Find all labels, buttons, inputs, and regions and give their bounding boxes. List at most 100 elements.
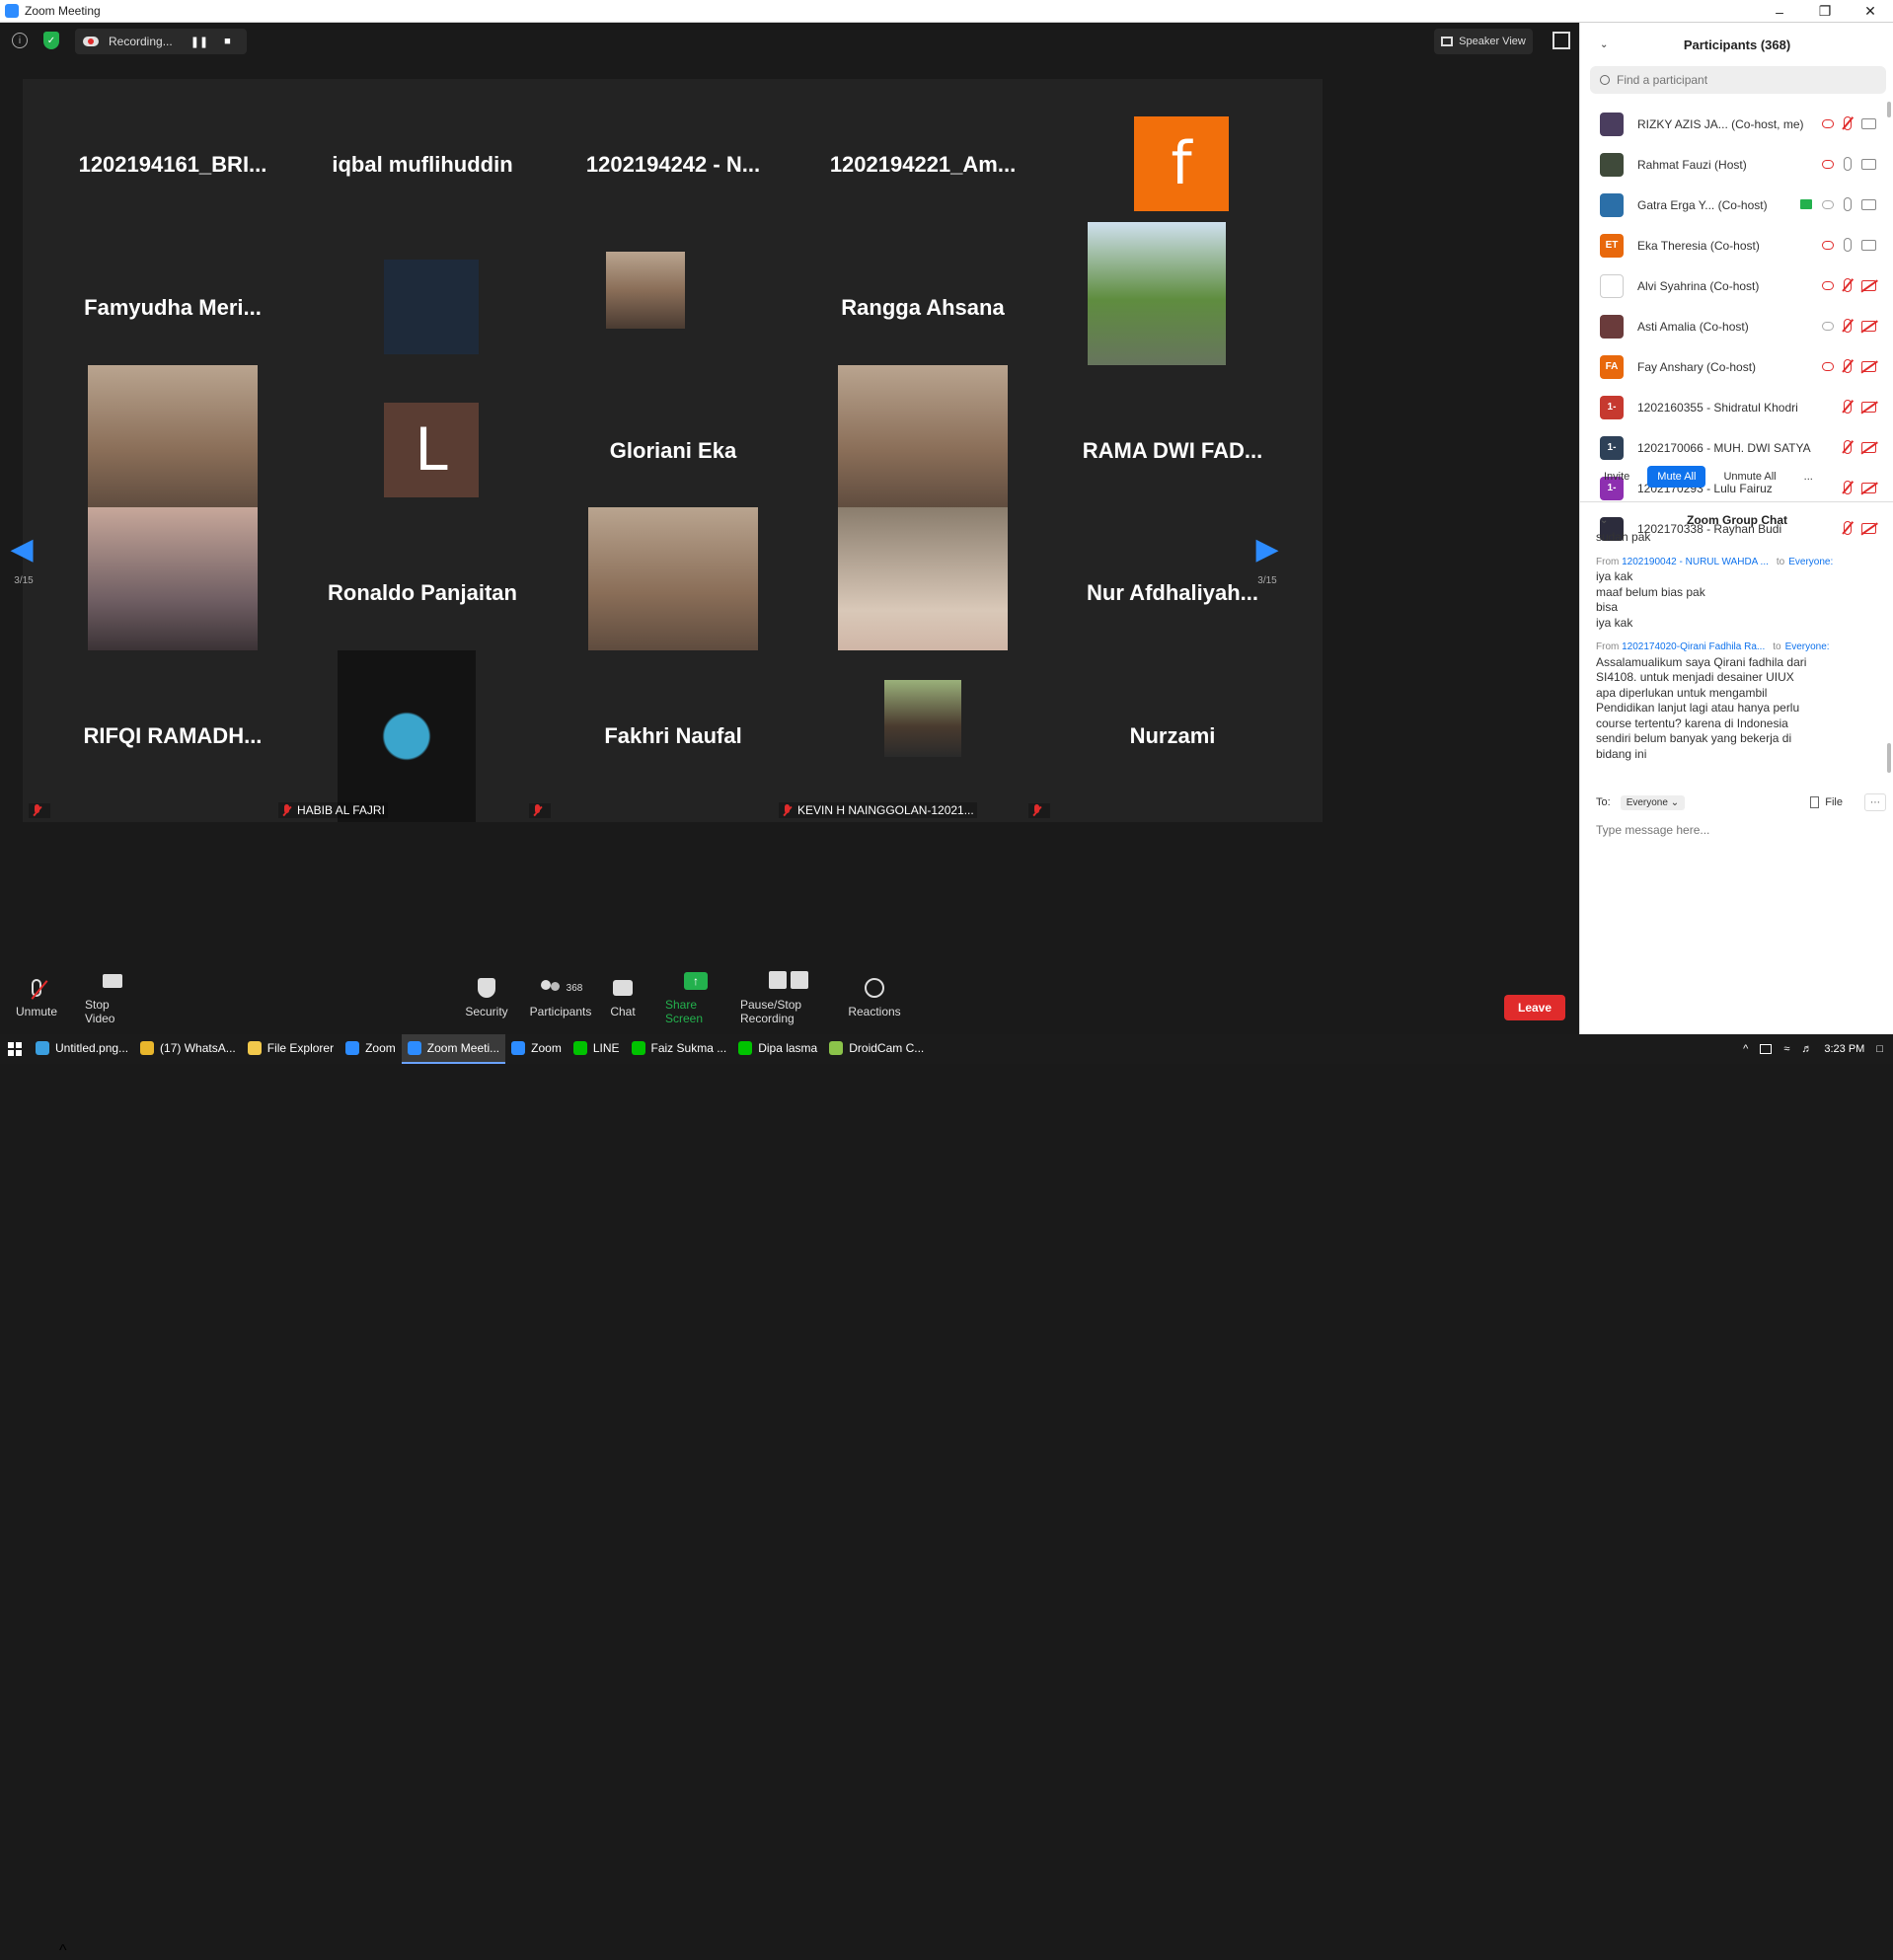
participant-row[interactable]: Asti Amalia (Co-host) <box>1580 306 1893 346</box>
file-button[interactable]: File <box>1810 796 1843 808</box>
chat-message-input[interactable] <box>1596 820 1882 840</box>
video-off-icon <box>1861 401 1876 413</box>
mic-icon[interactable] <box>1844 157 1852 171</box>
reactions-button[interactable]: Reactions <box>848 962 901 1033</box>
start-button[interactable] <box>0 1034 30 1064</box>
leave-button[interactable]: Leave <box>1504 995 1565 1020</box>
mic-muted-icon[interactable] <box>1844 116 1852 130</box>
mic-muted-icon[interactable] <box>1844 359 1852 373</box>
mic-icon[interactable] <box>1844 197 1852 211</box>
chat-bubble-icon <box>610 977 636 999</box>
chat-button[interactable]: Chat <box>604 962 642 1033</box>
taskbar-app[interactable]: (17) WhatsA... <box>134 1034 242 1064</box>
fullscreen-icon[interactable] <box>1552 32 1570 49</box>
taskbar-app[interactable]: DroidCam C... <box>823 1034 930 1064</box>
share-screen-button[interactable]: ↑ Share Screen <box>665 962 726 1033</box>
minimize-button[interactable]: – <box>1757 0 1802 23</box>
video-tile[interactable]: Nurzami <box>1022 650 1323 822</box>
taskbar-app[interactable]: Zoom <box>340 1034 402 1064</box>
tray-clock[interactable]: 3:23 PM <box>1824 1043 1864 1055</box>
chat-more-icon[interactable]: ⋯ <box>1864 793 1886 811</box>
mic-muted-icon[interactable] <box>1844 440 1852 454</box>
participants-count: 368 <box>566 982 583 994</box>
participant-list-scrollbar[interactable] <box>1887 102 1891 117</box>
next-page-icon[interactable]: ▶ <box>1251 529 1283 568</box>
security-button[interactable]: Security <box>464 962 509 1033</box>
participant-row[interactable]: Rahmat Fauzi (Host) <box>1580 144 1893 185</box>
taskbar-app[interactable]: Faiz Sukma ... <box>626 1034 733 1064</box>
video-icon <box>1861 239 1876 251</box>
chat-line: course tertentu? karena di Indonesia <box>1596 716 1788 730</box>
participant-row[interactable]: Alvi Syahrina (Co-host) <box>1580 265 1893 306</box>
mute-all-button[interactable]: Mute All <box>1647 466 1706 488</box>
file-icon <box>1810 796 1820 808</box>
chat-line: sendiri belum banyak yang bekerja di <box>1596 731 1792 745</box>
window-titlebar: Zoom Meeting – ❐ ✕ <box>0 0 1893 23</box>
stop-video-button[interactable]: Stop Video <box>85 962 140 1033</box>
mic-muted-icon[interactable] <box>1844 400 1852 414</box>
notification-icon[interactable]: □ <box>1876 1043 1883 1055</box>
recipient-value: Everyone <box>1626 796 1668 808</box>
chat-sender[interactable]: 1202174020-Qirani Fadhila Ra... <box>1622 641 1765 652</box>
speaker-view-label: Speaker View <box>1459 36 1526 47</box>
app-icon <box>572 1041 587 1055</box>
tray-network-icon[interactable]: ≈ <box>1783 1043 1789 1055</box>
previous-page-icon[interactable]: ◀ <box>6 529 38 568</box>
participants-icon: 368 <box>531 977 590 999</box>
invite-button[interactable]: Invite <box>1594 466 1639 488</box>
collapse-chat-icon[interactable]: ⌄ <box>1600 515 1608 526</box>
participant-row[interactable]: ET Eka Theresia (Co-host) <box>1580 225 1893 265</box>
to-prefix: to <box>1773 641 1781 652</box>
participant-search-input[interactable] <box>1617 73 1863 87</box>
mic-icon[interactable] <box>1844 238 1852 252</box>
muted-mic-icon <box>1031 804 1041 817</box>
taskbar-app-label: Zoom <box>531 1041 562 1055</box>
close-button[interactable]: ✕ <box>1848 0 1893 23</box>
participant-display-name: RAMA DWI FAD... <box>1082 438 1263 463</box>
chat-line: SI4108. untuk menjadi desainer UIUX <box>1596 670 1794 684</box>
participants-button[interactable]: 368 Participants <box>525 962 596 1033</box>
taskbar-app[interactable]: LINE <box>568 1034 626 1064</box>
taskbar-app[interactable]: Zoom <box>505 1034 568 1064</box>
from-prefix: From <box>1596 641 1620 652</box>
taskbar-app[interactable]: File Explorer <box>242 1034 340 1064</box>
chat-sender[interactable]: 1202190042 - NURUL WAHDA ... <box>1622 557 1769 567</box>
view-icon <box>1441 37 1454 46</box>
participant-row[interactable]: Gatra Erga Y... (Co-host) <box>1580 185 1893 225</box>
participant-actions: Invite Mute All Unmute All ... <box>1580 465 1893 489</box>
participant-search[interactable] <box>1590 66 1886 94</box>
taskbar-app[interactable]: Untitled.png... <box>30 1034 134 1064</box>
chat-scrollbar[interactable] <box>1887 743 1891 773</box>
taskbar-app[interactable]: Dipa lasma <box>732 1034 823 1064</box>
participant-row[interactable]: 1- 1202160355 - Shidratul Khodri <box>1580 387 1893 427</box>
stop-recording-icon[interactable]: ■ <box>224 36 231 47</box>
speaker-view-button[interactable]: Speaker View <box>1434 29 1533 54</box>
participant-row[interactable]: RIZKY AZIS JA... (Co-host, me) <box>1580 104 1893 144</box>
unmute-all-button[interactable]: Unmute All <box>1713 466 1785 488</box>
chat-message: From 1202174020-Qirani Fadhila Ra... to Ev… <box>1596 640 1882 762</box>
participant-row[interactable]: FA Fay Anshary (Co-host) <box>1580 346 1893 387</box>
encryption-shield-icon[interactable]: ✓ <box>43 32 59 49</box>
audio-options-caret[interactable]: ^ <box>59 1942 67 1960</box>
recording-status-icon <box>1822 240 1834 250</box>
taskbar-app-label: Zoom Meeti... <box>426 1041 500 1055</box>
unmute-button[interactable]: Unmute <box>14 962 59 1033</box>
tray-volume-icon[interactable]: ♬ <box>1801 1043 1812 1055</box>
collapse-participants-icon[interactable]: ⌄ <box>1600 39 1608 50</box>
restore-button[interactable]: ❐ <box>1802 0 1848 23</box>
pause-stop-recording-button[interactable]: Pause/Stop Recording <box>740 962 837 1033</box>
tray-chevron-icon[interactable]: ^ <box>1743 1043 1748 1055</box>
participant-video <box>338 650 476 822</box>
taskbar-app[interactable]: Zoom Meeti... <box>401 1034 506 1064</box>
mic-muted-icon[interactable] <box>1844 278 1852 292</box>
chat-line: apa diperlukan untuk mengambil <box>1596 685 1768 700</box>
mic-muted-icon[interactable] <box>1844 319 1852 333</box>
participant-row[interactable]: 1- 1202170066 - MUH. DWI SATYA <box>1580 427 1893 468</box>
recipient-dropdown[interactable]: Everyone ⌄ <box>1620 794 1686 810</box>
screen-share-icon <box>1800 199 1812 209</box>
more-options-button[interactable]: ... <box>1794 466 1823 488</box>
info-icon[interactable]: i <box>12 33 28 48</box>
tray-monitor-icon[interactable] <box>1760 1044 1773 1054</box>
pause-recording-icon[interactable]: ❚❚ <box>190 36 208 48</box>
app-icon <box>407 1041 421 1055</box>
